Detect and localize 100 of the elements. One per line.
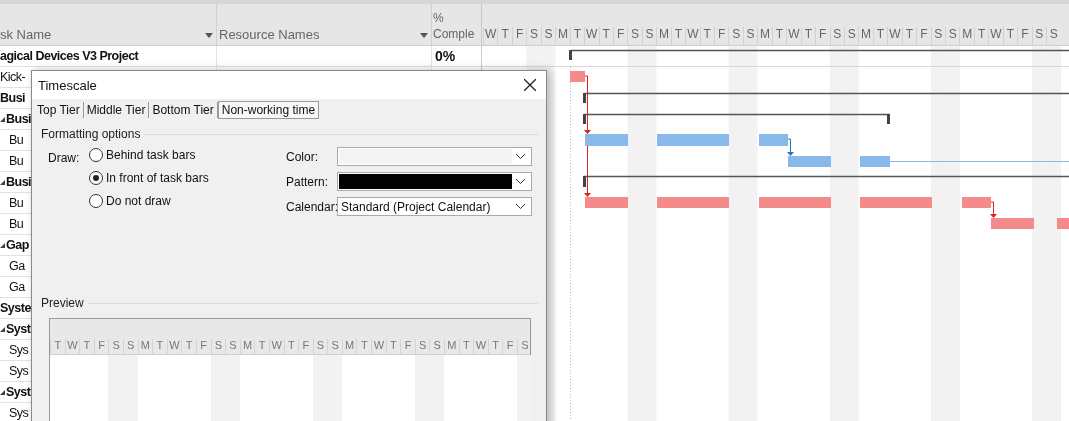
task-name: Syst: [6, 322, 31, 336]
column-header[interactable]: Resource Names: [219, 27, 320, 42]
radio-option[interactable]: Do not draw: [89, 193, 209, 209]
task-name: Kick-: [0, 70, 26, 84]
day-label: F: [400, 339, 415, 354]
day-label: S: [930, 27, 945, 45]
day-label: T: [356, 339, 372, 354]
task-name: Gap: [6, 238, 29, 252]
day-label: W: [64, 339, 80, 354]
day-label: S: [742, 27, 758, 45]
day-label: W: [786, 27, 801, 45]
day-label: F: [1017, 27, 1032, 45]
chevron-down-icon[interactable]: [516, 179, 525, 184]
summary-bar[interactable]: [583, 175, 1069, 187]
day-label: S: [1031, 27, 1047, 45]
day-label: T: [771, 27, 787, 45]
dropdown-caret-icon[interactable]: [420, 33, 428, 38]
day-label: S: [728, 27, 743, 45]
day-label: M: [341, 339, 357, 354]
day-label: S: [945, 27, 960, 45]
task-name: Busi: [6, 175, 32, 189]
day-label: T: [50, 339, 65, 354]
task-name: Ga: [9, 280, 25, 294]
collapse-triangle-icon[interactable]: [0, 179, 5, 185]
day-label: T: [670, 27, 686, 45]
day-label: M: [137, 339, 153, 354]
day-label: S: [429, 339, 445, 354]
day-label: F: [714, 27, 729, 45]
dropdown-field[interactable]: Standard (Project Calendar): [337, 197, 532, 216]
task-name: Sys: [9, 406, 29, 420]
field-label: Calendar:: [286, 199, 337, 214]
radio-option[interactable]: In front of task bars: [89, 170, 209, 186]
day-label: M: [555, 27, 570, 45]
day-label: S: [517, 339, 532, 354]
day-label: S: [122, 339, 138, 354]
day-label: S: [843, 27, 859, 45]
tab[interactable]: Non-working time: [217, 101, 320, 119]
task-name: Bu: [9, 217, 24, 231]
tab[interactable]: Middle Tier: [83, 102, 150, 118]
task-name: Bu: [9, 154, 24, 168]
link-arrow: [990, 201, 997, 218]
day-label: F: [612, 27, 628, 45]
chevron-down-icon[interactable]: [516, 154, 525, 159]
day-label: F: [502, 339, 517, 354]
task-name: agical Devices V3 Project: [0, 49, 139, 63]
day-label: W: [685, 27, 700, 45]
day-label: M: [757, 27, 772, 45]
day-label: F: [511, 27, 527, 45]
day-label: W: [887, 27, 902, 45]
task-name: Syste: [0, 301, 31, 315]
day-label: W: [584, 27, 599, 45]
column-header[interactable]: sk Name: [0, 27, 52, 42]
day-label: T: [181, 339, 196, 354]
radio-option[interactable]: Behind task bars: [89, 147, 209, 163]
collapse-triangle-icon[interactable]: [0, 326, 5, 332]
day-label: T: [254, 339, 269, 354]
summary-bar[interactable]: [569, 49, 1069, 60]
day-label: S: [641, 27, 657, 45]
day-label: S: [210, 339, 226, 354]
tab[interactable]: Bottom Tier: [149, 102, 218, 118]
collapse-triangle-icon[interactable]: [0, 389, 5, 395]
day-label: S: [312, 339, 328, 354]
day-label: F: [93, 339, 109, 354]
collapse-triangle-icon[interactable]: [0, 242, 5, 248]
chevron-down-icon[interactable]: [516, 204, 525, 209]
link-arrow: [787, 138, 794, 156]
day-label: S: [829, 27, 844, 45]
day-label: S: [414, 339, 430, 354]
day-label: F: [916, 27, 931, 45]
day-label: M: [656, 27, 671, 45]
field-label: Color:: [286, 149, 319, 164]
column-header[interactable]: % Comple: [433, 9, 481, 42]
task-name: Busi: [6, 112, 32, 126]
day-label: S: [540, 27, 556, 45]
dropdown-field[interactable]: [337, 147, 532, 166]
close-icon[interactable]: [524, 79, 536, 91]
day-label: W: [268, 339, 284, 354]
day-label: S: [526, 27, 541, 45]
day-label: M: [444, 339, 459, 354]
task-name: Bu: [9, 196, 24, 210]
day-label: T: [152, 339, 167, 354]
day-label: T: [79, 339, 94, 354]
day-label: F: [298, 339, 313, 354]
day-label: S: [225, 339, 240, 354]
day-label: M: [858, 27, 873, 45]
dropdown-field[interactable]: [337, 172, 532, 191]
task-name: Bu: [9, 133, 24, 147]
draw-label: Draw:: [48, 151, 81, 167]
collapse-triangle-icon[interactable]: [0, 116, 5, 122]
field-label: Pattern:: [286, 174, 330, 189]
group-title: Preview: [41, 296, 84, 310]
task-name: Busi: [0, 91, 26, 105]
day-label: F: [815, 27, 830, 45]
summary-bar[interactable]: [583, 92, 1069, 103]
day-label: T: [458, 339, 474, 354]
dropdown-caret-icon[interactable]: [205, 33, 213, 38]
summary-bar[interactable]: [583, 113, 891, 124]
task-name: Ga: [9, 259, 25, 273]
day-label: T: [385, 339, 401, 354]
tab[interactable]: Top Tier: [34, 102, 84, 118]
